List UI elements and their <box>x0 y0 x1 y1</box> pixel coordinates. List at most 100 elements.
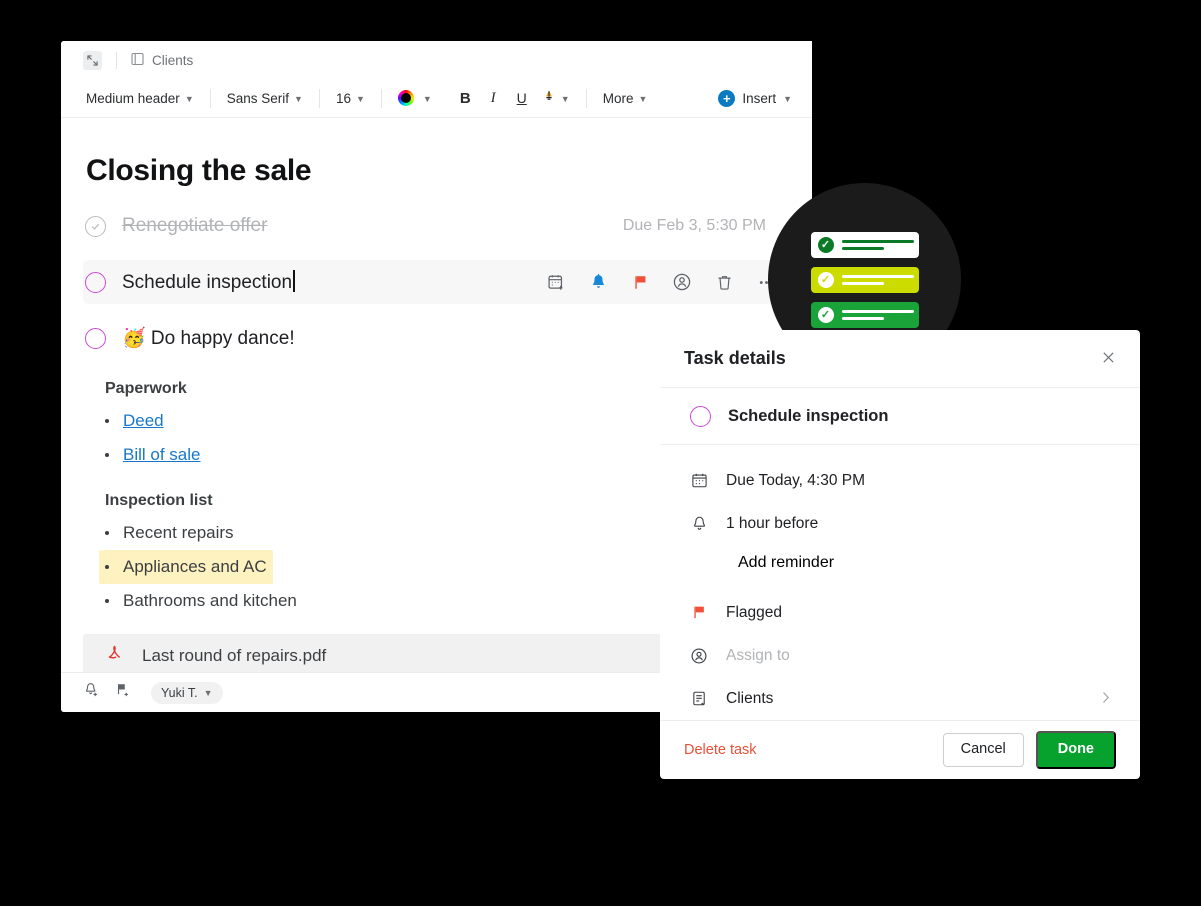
close-icon[interactable] <box>1101 350 1116 368</box>
bullet-icon <box>105 531 109 535</box>
checkbox-checked-icon[interactable] <box>85 215 106 237</box>
dialog-add-reminder[interactable]: Add reminder <box>660 545 1140 581</box>
add-reminder-label: Add reminder <box>738 554 835 572</box>
chevron-down-icon: ▼ <box>294 93 303 104</box>
paragraph-style-dropdown[interactable]: Medium header ▼ <box>81 88 199 109</box>
divider <box>318 88 320 108</box>
user-name: Yuki T. <box>161 685 198 700</box>
text-caret <box>293 270 295 292</box>
badge-lines <box>841 274 914 285</box>
task-due-date: Due Feb 3, 5:30 PM <box>622 217 766 234</box>
list-item-label: Recent repairs <box>123 523 234 542</box>
window-topbar: Clients <box>61 41 812 79</box>
dialog-row-flag[interactable]: Flagged <box>660 591 1140 634</box>
task-details-dialog: Task details Schedule inspection Due Tod… <box>660 330 1140 779</box>
checkbox-unchecked-icon[interactable] <box>85 327 106 349</box>
pdf-icon <box>105 643 124 668</box>
badge-lines <box>841 239 914 250</box>
task-label-editing[interactable]: Schedule inspection <box>122 270 295 294</box>
badge-row: ✓ <box>810 301 919 328</box>
italic-label: I <box>490 89 496 106</box>
divider <box>380 88 382 108</box>
text-color-dropdown[interactable]: ▼ <box>393 87 437 109</box>
add-reminder-icon[interactable] <box>83 681 100 704</box>
list-item-label: Bathrooms and kitchen <box>123 591 297 610</box>
more-formatting-dropdown[interactable]: More ▼ <box>598 88 653 109</box>
chevron-down-icon: ▼ <box>783 93 792 104</box>
delete-task-link[interactable]: Delete task <box>684 742 757 758</box>
due-date-value: Due Today, 4:30 PM <box>726 471 866 489</box>
check-icon: ✓ <box>817 271 834 288</box>
task-label: Schedule inspection <box>122 272 293 293</box>
dialog-task-row[interactable]: Schedule inspection <box>660 388 1140 446</box>
dialog-title: Task details <box>684 348 786 368</box>
task-row-renegotiate-offer[interactable]: Renegotiate offer Due Feb 3, 5:30 PM <box>83 204 790 248</box>
badge-row: ✓ <box>810 231 919 258</box>
insert-label: Insert <box>742 90 777 106</box>
dialog-row-list[interactable]: Clients <box>660 677 1140 720</box>
color-wheel-icon <box>397 90 414 106</box>
trash-icon[interactable] <box>714 272 734 292</box>
italic-button[interactable]: I <box>480 87 507 110</box>
dialog-detail-rows: Due Today, 4:30 PM 1 hour before Add rem… <box>660 445 1140 720</box>
dialog-row-reminder[interactable]: 1 hour before <box>660 502 1140 545</box>
link-bill-of-sale[interactable]: Bill of sale <box>123 445 200 465</box>
bell-icon[interactable] <box>588 272 608 292</box>
done-button[interactable]: Done <box>1035 731 1116 769</box>
badge-row: ✓ <box>810 266 919 293</box>
screenshot-stage: Clients Medium header ▼ Sans Serif ▼ 16 … <box>0 0 1201 906</box>
user-chip[interactable]: Yuki T. ▼ <box>151 681 223 704</box>
task-action-bar <box>546 272 776 292</box>
calendar-icon <box>690 472 708 489</box>
divider <box>116 51 117 69</box>
bell-icon <box>690 515 708 532</box>
bullet-icon <box>105 565 109 569</box>
flag-icon[interactable] <box>630 272 650 292</box>
reminder-value: 1 hour before <box>726 514 819 532</box>
cancel-button[interactable]: Cancel <box>942 733 1024 767</box>
dialog-row-assign[interactable]: Assign to <box>660 634 1140 677</box>
calendar-add-icon[interactable] <box>546 272 566 292</box>
format-toolbar: Medium header ▼ Sans Serif ▼ 16 ▼ ▼ B I … <box>61 79 812 118</box>
badge-lines <box>841 309 914 320</box>
font-size-dropdown[interactable]: 16 ▼ <box>331 88 370 109</box>
flag-icon <box>690 604 708 621</box>
highlight-color-dropdown[interactable]: ▼ <box>537 86 575 110</box>
bullet-icon <box>105 453 109 457</box>
attachment-name: Last round of repairs.pdf <box>142 645 327 665</box>
divider <box>209 88 211 108</box>
chevron-down-icon: ▼ <box>422 93 432 104</box>
bold-button[interactable]: B <box>451 87 480 110</box>
list-name: Clients <box>726 689 774 707</box>
link-deed[interactable]: Deed <box>123 411 164 431</box>
expand-arrows-icon[interactable] <box>83 50 102 70</box>
list-item-label: Appliances and AC <box>123 557 267 576</box>
font-family-dropdown[interactable]: Sans Serif ▼ <box>222 88 308 109</box>
bold-label: B <box>459 89 471 107</box>
list-item-highlighted[interactable]: Appliances and AC <box>99 550 273 584</box>
add-flag-icon[interactable] <box>114 681 131 704</box>
assign-person-icon[interactable] <box>672 272 692 292</box>
flag-value: Flagged <box>726 603 783 621</box>
chevron-down-icon: ▼ <box>560 93 570 104</box>
list-star-icon <box>690 690 708 707</box>
divider <box>585 88 587 108</box>
highlighter-icon <box>542 89 556 107</box>
checkbox-unchecked-icon[interactable] <box>690 405 711 427</box>
underline-label: U <box>516 90 527 106</box>
assign-placeholder: Assign to <box>726 646 790 664</box>
insert-dropdown[interactable]: + Insert ▼ <box>718 89 792 107</box>
task-row-schedule-inspection[interactable]: Schedule inspection <box>83 260 790 304</box>
dialog-row-due-date[interactable]: Due Today, 4:30 PM <box>660 459 1140 502</box>
dialog-task-name: Schedule inspection <box>728 406 889 425</box>
font-family-label: Sans Serif <box>226 90 290 106</box>
breadcrumb-document[interactable]: Clients <box>131 52 193 69</box>
paragraph-style-label: Medium header <box>86 90 180 106</box>
font-size-label: 16 <box>335 90 351 106</box>
underline-button[interactable]: U <box>507 87 537 109</box>
chevron-down-icon: ▼ <box>203 688 213 698</box>
assign-person-icon <box>690 647 708 665</box>
chevron-down-icon: ▼ <box>638 93 648 104</box>
bullet-icon <box>105 419 109 423</box>
checkbox-unchecked-icon[interactable] <box>85 271 106 293</box>
